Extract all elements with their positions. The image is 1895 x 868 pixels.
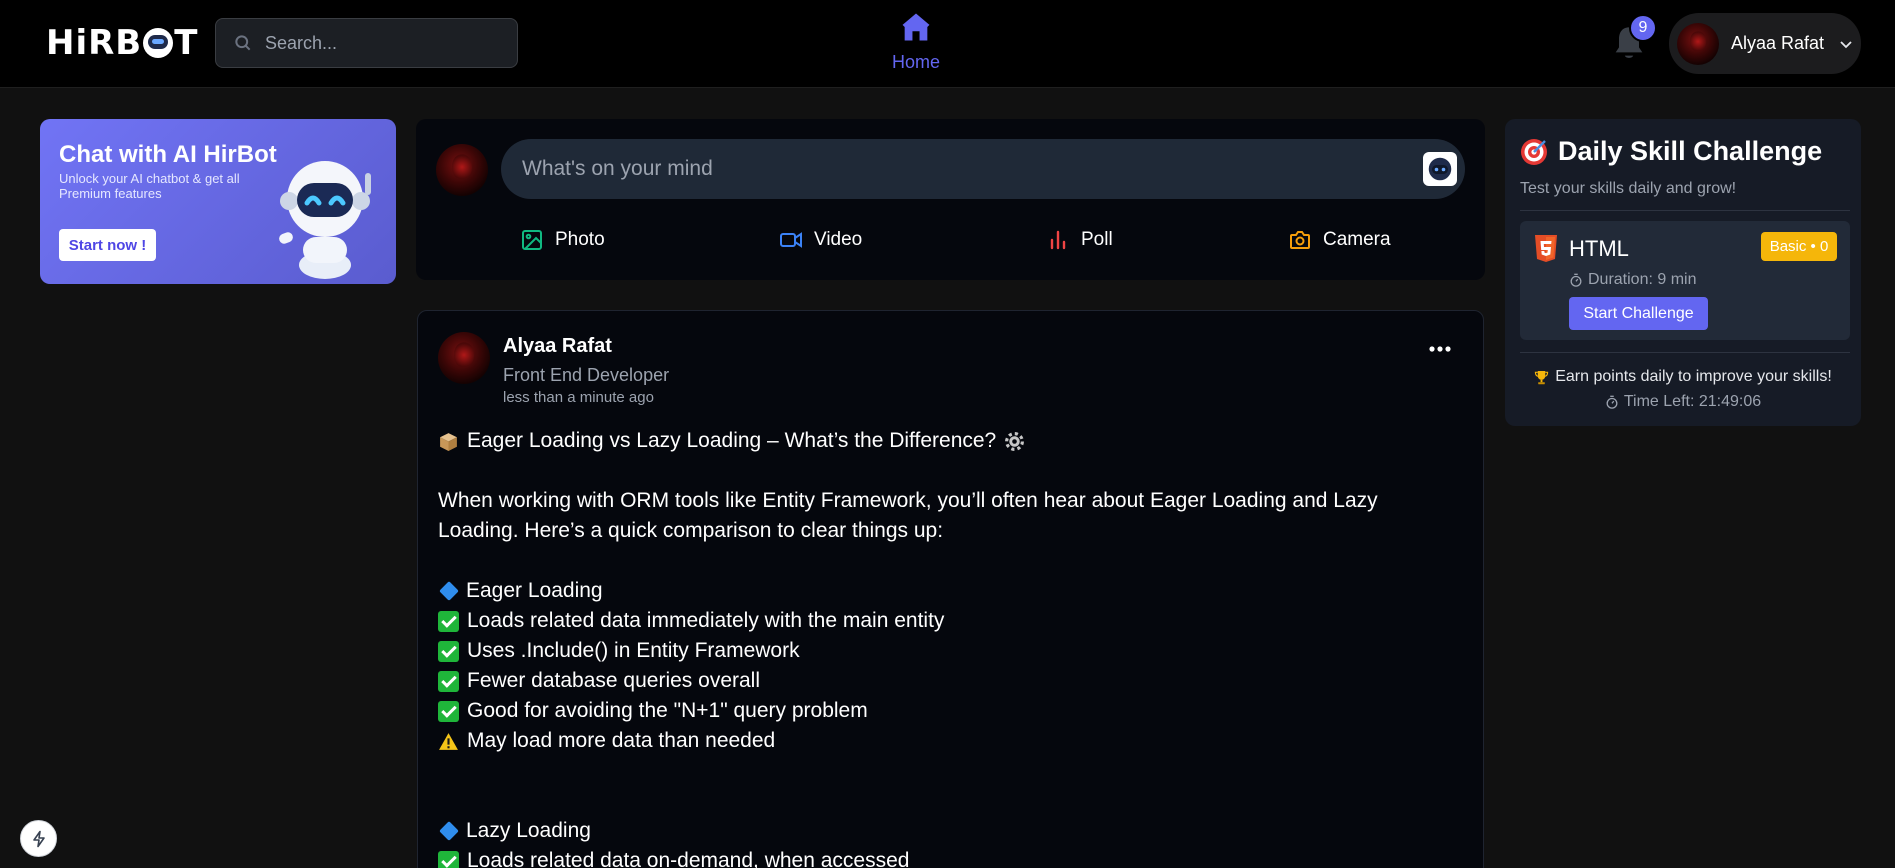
photo-label: Photo: [555, 229, 605, 250]
divider: [1520, 352, 1850, 353]
ai-chat-promo-card: Chat with AI HirBot Unlock your AI chatb…: [40, 119, 396, 284]
post-author[interactable]: Alyaa Rafat: [503, 335, 612, 358]
challenge-item: HTML Basic • 0 Duration: 9 min Start Cha…: [1520, 221, 1850, 340]
hirbot-logo[interactable]: HiRB T: [46, 26, 198, 60]
post-heading: Eager Loading vs Lazy Loading – What’s t…: [438, 426, 1438, 456]
top-navbar: HiRBT Home 9 Alyaa Rafat: [0, 0, 1895, 88]
daily-skill-challenge-card: Daily Skill Challenge Test your skills d…: [1505, 119, 1861, 426]
post-paragraph: When working with ORM tools like Entity …: [438, 489, 1378, 512]
blue-diamond-icon: [439, 581, 459, 601]
post-author-role: Front End Developer: [503, 365, 670, 385]
list-item: Loads related data immediately with the …: [438, 606, 1438, 636]
nav-home[interactable]: Home: [880, 10, 952, 76]
stopwatch-icon: [1606, 395, 1618, 409]
whats-on-your-mind-input[interactable]: What's on your mind: [501, 139, 1465, 199]
lazy-loading-title: Lazy Loading: [438, 816, 1438, 846]
check-mark-icon: [438, 610, 459, 632]
post-timestamp: less than a minute ago: [503, 389, 654, 406]
divider: [1520, 210, 1850, 211]
composer-placeholder: What's on your mind: [522, 157, 713, 180]
avatar[interactable]: [438, 332, 490, 384]
package-icon: [440, 432, 457, 451]
poll-button[interactable]: Poll: [1046, 225, 1113, 255]
search-icon: [235, 35, 251, 51]
lightning-bolt-icon: [32, 830, 45, 847]
composer-actions: Photo Video Poll Camera: [416, 225, 1485, 255]
gear-icon: [1005, 431, 1025, 451]
avatar: [436, 144, 488, 196]
camera-button[interactable]: Camera: [1288, 225, 1391, 255]
list-item: May load more data than needed: [438, 726, 1438, 756]
list-item: Fewer database queries overall: [438, 666, 1438, 696]
nav-home-label: Home: [891, 52, 940, 72]
promo-description: Unlock your AI chatbot & get all Premium…: [59, 171, 240, 201]
list-item: Loads related data on-demand, when acces…: [438, 846, 1438, 868]
post-composer: What's on your mind Photo Video Poll Cam…: [416, 119, 1485, 280]
quick-action-button[interactable]: [20, 820, 57, 857]
video-icon: [780, 232, 802, 248]
camera-icon: [1290, 231, 1310, 249]
challenge-language: HTML: [1569, 236, 1629, 261]
stopwatch-icon: [1570, 273, 1582, 287]
post-paragraph: Loading. Here’s a quick comparison to cl…: [438, 519, 944, 542]
feed-post: Alyaa Rafat Front End Developer less tha…: [417, 310, 1484, 868]
list-item: Uses .Include() in Entity Framework: [438, 636, 1438, 666]
poll-icon: [1050, 230, 1066, 250]
more-options-icon[interactable]: [1427, 341, 1453, 357]
photo-button[interactable]: Photo: [520, 225, 605, 255]
blue-diamond-icon: [439, 821, 459, 841]
promo-title: Chat with AI HirBot: [59, 141, 277, 168]
search-bar[interactable]: [215, 18, 518, 68]
check-mark-icon: [438, 850, 459, 868]
warning-icon: [439, 732, 458, 750]
list-item: Good for avoiding the "N+1" query proble…: [438, 696, 1438, 726]
challenge-title: Daily Skill Challenge: [1520, 136, 1822, 167]
start-now-button[interactable]: Start now !: [59, 229, 156, 261]
poll-label: Poll: [1081, 229, 1113, 250]
ai-chatbot-icon[interactable]: [1423, 152, 1457, 186]
check-mark-icon: [438, 640, 459, 662]
video-button[interactable]: Video: [779, 225, 862, 255]
camera-label: Camera: [1323, 229, 1391, 250]
avatar: [1677, 22, 1719, 65]
target-icon: [1521, 138, 1547, 165]
check-mark-icon: [438, 700, 459, 722]
challenge-subtitle: Test your skills daily and grow!: [1520, 180, 1737, 197]
home-icon: [902, 13, 930, 41]
user-menu[interactable]: Alyaa Rafat: [1669, 13, 1861, 74]
notification-badge: 9: [1629, 14, 1657, 42]
bot-face-icon: [143, 28, 174, 58]
time-left: Time Left: 21:49:06: [1505, 393, 1861, 411]
html5-icon: [1535, 235, 1557, 262]
challenge-duration: Duration: 9 min: [1569, 271, 1697, 289]
video-label: Video: [814, 229, 863, 250]
search-input[interactable]: [265, 32, 505, 54]
chevron-down-icon: [1840, 40, 1852, 48]
level-badge: Basic • 0: [1761, 232, 1837, 261]
start-challenge-button[interactable]: Start Challenge: [1569, 297, 1708, 330]
earn-points-note: Earn points daily to improve your skills…: [1505, 368, 1861, 386]
robot-mascot-icon: [279, 161, 371, 279]
trophy-icon: [1535, 370, 1549, 384]
post-body: Eager Loading vs Lazy Loading – What’s t…: [438, 426, 1438, 868]
user-name: Alyaa Rafat: [1731, 33, 1825, 53]
check-mark-icon: [438, 670, 459, 692]
eager-loading-title: Eager Loading: [438, 576, 1438, 606]
image-icon: [522, 230, 542, 250]
